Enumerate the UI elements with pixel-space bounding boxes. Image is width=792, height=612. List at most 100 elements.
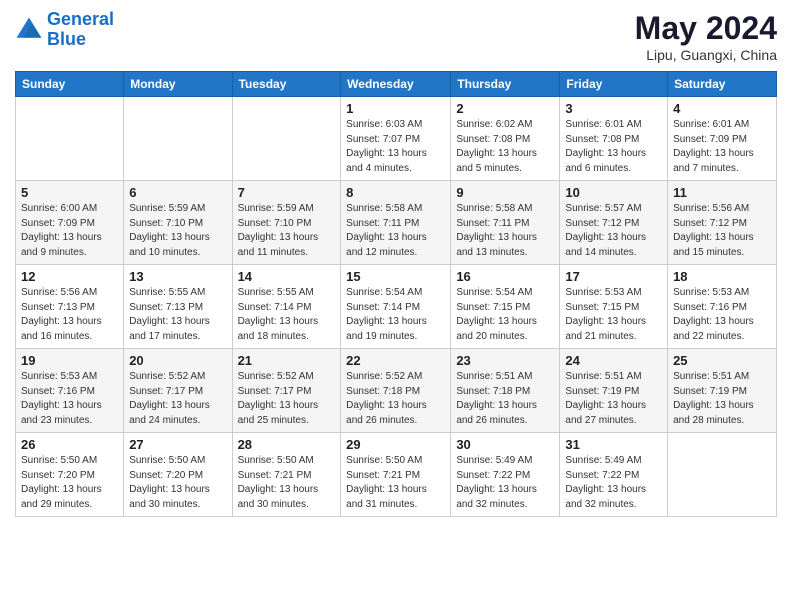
week-row-4: 19Sunrise: 5:53 AMSunset: 7:16 PMDayligh…: [16, 349, 777, 433]
day-info: Sunrise: 5:50 AMSunset: 7:21 PMDaylight:…: [346, 454, 445, 512]
day-info: Sunrise: 5:50 AMSunset: 7:21 PMDaylight:…: [238, 454, 336, 512]
calendar-cell: 10Sunrise: 5:57 AMSunset: 7:12 PMDayligh…: [560, 181, 668, 265]
calendar-cell: 13 Sunrise: 5:55 AMSunset: 7:13 PMDayligh…: [124, 265, 232, 349]
day-info: Sunrise: 5:56 AMSunset: 7:13 PMDaylight:…: [21, 286, 118, 344]
col-monday: Monday: [124, 72, 232, 97]
day-number: 2: [456, 101, 554, 116]
day-info: Sunrise: 5:51 AMSunset: 7:18 PMDaylight:…: [456, 370, 554, 428]
col-friday: Friday: [560, 72, 668, 97]
day-info: Sunrise: 5:52 AMSunset: 7:17 PMDaylight:…: [129, 370, 226, 428]
day-info: Sunrise: 5:59 AMSunset: 7:10 PMDaylight:…: [238, 202, 336, 260]
day-number: 18: [673, 269, 771, 284]
day-info: Sunrise: 5:51 AMSunset: 7:19 PMDaylight:…: [673, 370, 771, 428]
calendar-cell: 6 Sunrise: 5:59 AMSunset: 7:10 PMDaylight…: [124, 181, 232, 265]
header-row: Sunday Monday Tuesday Wednesday Thursday…: [16, 72, 777, 97]
calendar-cell: 11 Sunrise: 5:56 AMSunset: 7:12 PMDayligh…: [668, 181, 777, 265]
day-number: 5: [21, 185, 118, 200]
day-info: Sunrise: 5:53 AMSunset: 7:16 PMDaylight:…: [673, 286, 771, 344]
calendar-cell: 16Sunrise: 5:54 AMSunset: 7:15 PMDayligh…: [451, 265, 560, 349]
day-number: 17: [565, 269, 662, 284]
day-info: Sunrise: 5:52 AMSunset: 7:18 PMDaylight:…: [346, 370, 445, 428]
calendar-cell: 9 Sunrise: 5:58 AMSunset: 7:11 PMDaylight…: [451, 181, 560, 265]
day-info: Sunrise: 5:55 AMSunset: 7:14 PMDaylight:…: [238, 286, 336, 344]
day-info: Sunrise: 5:50 AMSunset: 7:20 PMDaylight:…: [21, 454, 118, 512]
day-number: 22: [346, 353, 445, 368]
day-number: 21: [238, 353, 336, 368]
day-info: Sunrise: 5:54 AMSunset: 7:15 PMDaylight:…: [456, 286, 554, 344]
calendar-cell: 18 Sunrise: 5:53 AMSunset: 7:16 PMDayligh…: [668, 265, 777, 349]
logo: General Blue: [15, 10, 114, 50]
day-info: Sunrise: 5:55 AMSunset: 7:13 PMDaylight:…: [129, 286, 226, 344]
calendar-cell: 22 Sunrise: 5:52 AMSunset: 7:18 PMDayligh…: [341, 349, 451, 433]
day-number: 12: [21, 269, 118, 284]
day-info: Sunrise: 5:58 AMSunset: 7:11 PMDaylight:…: [456, 202, 554, 260]
day-info: Sunrise: 5:49 AMSunset: 7:22 PMDaylight:…: [565, 454, 662, 512]
week-row-5: 26Sunrise: 5:50 AMSunset: 7:20 PMDayligh…: [16, 433, 777, 517]
day-info: Sunrise: 5:51 AMSunset: 7:19 PMDaylight:…: [565, 370, 662, 428]
day-info: Sunrise: 6:01 AMSunset: 7:09 PMDaylight:…: [673, 118, 771, 176]
calendar-cell: 15 Sunrise: 5:54 AMSunset: 7:14 PMDayligh…: [341, 265, 451, 349]
calendar-cell: 14 Sunrise: 5:55 AMSunset: 7:14 PMDayligh…: [232, 265, 341, 349]
calendar-table: Sunday Monday Tuesday Wednesday Thursday…: [15, 71, 777, 517]
day-number: 28: [238, 437, 336, 452]
col-saturday: Saturday: [668, 72, 777, 97]
calendar-cell: 4 Sunrise: 6:01 AMSunset: 7:09 PMDaylight…: [668, 97, 777, 181]
day-info: Sunrise: 6:00 AMSunset: 7:09 PMDaylight:…: [21, 202, 118, 260]
day-number: 4: [673, 101, 771, 116]
day-number: 3: [565, 101, 662, 116]
calendar-cell: 5 Sunrise: 6:00 AMSunset: 7:09 PMDaylight…: [16, 181, 124, 265]
col-thursday: Thursday: [451, 72, 560, 97]
day-info: Sunrise: 5:53 AMSunset: 7:16 PMDaylight:…: [21, 370, 118, 428]
col-sunday: Sunday: [16, 72, 124, 97]
day-info: Sunrise: 5:50 AMSunset: 7:20 PMDaylight:…: [129, 454, 226, 512]
day-number: 15: [346, 269, 445, 284]
calendar-cell: 3 Sunrise: 6:01 AMSunset: 7:08 PMDaylight…: [560, 97, 668, 181]
calendar-cell: 25 Sunrise: 5:51 AMSunset: 7:19 PMDayligh…: [668, 349, 777, 433]
day-number: 9: [456, 185, 554, 200]
calendar-cell: 23 Sunrise: 5:51 AMSunset: 7:18 PMDayligh…: [451, 349, 560, 433]
day-number: 27: [129, 437, 226, 452]
calendar-cell: [124, 97, 232, 181]
calendar-cell: 28 Sunrise: 5:50 AMSunset: 7:21 PMDayligh…: [232, 433, 341, 517]
day-number: 14: [238, 269, 336, 284]
day-number: 31: [565, 437, 662, 452]
day-number: 25: [673, 353, 771, 368]
day-info: Sunrise: 5:54 AMSunset: 7:14 PMDaylight:…: [346, 286, 445, 344]
day-number: 30: [456, 437, 554, 452]
calendar-cell: [232, 97, 341, 181]
logo-text: General Blue: [47, 10, 114, 50]
title-block: May 2024 Lipu, Guangxi, China: [635, 10, 777, 63]
day-number: 10: [565, 185, 662, 200]
calendar-cell: 20Sunrise: 5:52 AMSunset: 7:17 PMDayligh…: [124, 349, 232, 433]
calendar-cell: 12 Sunrise: 5:56 AMSunset: 7:13 PMDayligh…: [16, 265, 124, 349]
day-info: Sunrise: 5:53 AMSunset: 7:15 PMDaylight:…: [565, 286, 662, 344]
day-number: 29: [346, 437, 445, 452]
day-info: Sunrise: 6:01 AMSunset: 7:08 PMDaylight:…: [565, 118, 662, 176]
col-tuesday: Tuesday: [232, 72, 341, 97]
page: General Blue May 2024 Lipu, Guangxi, Chi…: [0, 0, 792, 532]
calendar-cell: 1Sunrise: 6:03 AMSunset: 7:07 PMDaylight…: [341, 97, 451, 181]
calendar-cell: 19Sunrise: 5:53 AMSunset: 7:16 PMDayligh…: [16, 349, 124, 433]
day-number: 6: [129, 185, 226, 200]
day-info: Sunrise: 5:56 AMSunset: 7:12 PMDaylight:…: [673, 202, 771, 260]
calendar-cell: 30 Sunrise: 5:49 AMSunset: 7:22 PMDayligh…: [451, 433, 560, 517]
day-number: 13: [129, 269, 226, 284]
week-row-3: 12 Sunrise: 5:56 AMSunset: 7:13 PMDayligh…: [16, 265, 777, 349]
calendar-cell: 27 Sunrise: 5:50 AMSunset: 7:20 PMDayligh…: [124, 433, 232, 517]
day-info: Sunrise: 5:59 AMSunset: 7:10 PMDaylight:…: [129, 202, 226, 260]
day-number: 11: [673, 185, 771, 200]
week-row-2: 5 Sunrise: 6:00 AMSunset: 7:09 PMDaylight…: [16, 181, 777, 265]
day-number: 8: [346, 185, 445, 200]
logo-icon: [15, 16, 43, 44]
day-info: Sunrise: 6:02 AMSunset: 7:08 PMDaylight:…: [456, 118, 554, 176]
calendar-cell: 8Sunrise: 5:58 AMSunset: 7:11 PMDaylight…: [341, 181, 451, 265]
calendar-cell: 26Sunrise: 5:50 AMSunset: 7:20 PMDayligh…: [16, 433, 124, 517]
day-number: 23: [456, 353, 554, 368]
day-number: 24: [565, 353, 662, 368]
calendar-cell: 7Sunrise: 5:59 AMSunset: 7:10 PMDaylight…: [232, 181, 341, 265]
calendar-cell: 31 Sunrise: 5:49 AMSunset: 7:22 PMDayligh…: [560, 433, 668, 517]
day-info: Sunrise: 5:52 AMSunset: 7:17 PMDaylight:…: [238, 370, 336, 428]
week-row-1: 1Sunrise: 6:03 AMSunset: 7:07 PMDaylight…: [16, 97, 777, 181]
month-title: May 2024: [635, 10, 777, 47]
day-info: Sunrise: 5:49 AMSunset: 7:22 PMDaylight:…: [456, 454, 554, 512]
